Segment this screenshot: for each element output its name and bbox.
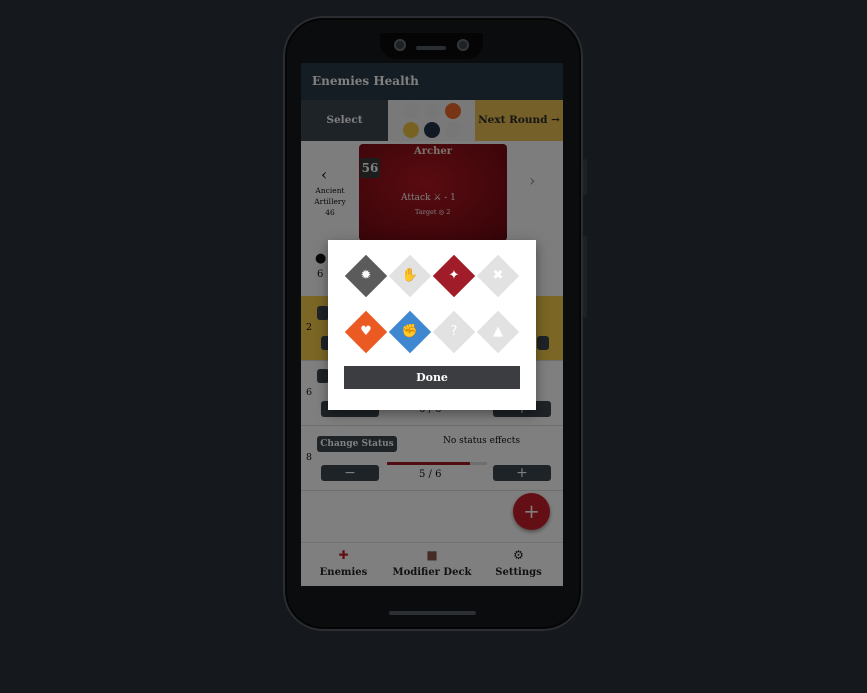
immobilize-icon[interactable]: ✦ [432, 254, 476, 298]
muddle-icon[interactable]: ✖ [476, 254, 520, 298]
volume-button [583, 159, 587, 195]
invisible-icon-glyph: ? [450, 324, 458, 339]
poison-icon-glyph: ▲ [493, 324, 503, 339]
status-effects-grid: ✹ ✋ ✦ ✖ ♥ ✊? ▲ [344, 254, 520, 354]
stun-icon-glyph: ✹ [360, 268, 372, 283]
phone-notch [380, 33, 483, 59]
earpiece-speaker [416, 46, 446, 50]
wound-icon-glyph: ♥ [360, 324, 372, 339]
strengthen-icon-glyph: ✊ [401, 324, 419, 339]
muddle-icon-glyph: ✖ [492, 268, 504, 283]
front-camera-icon [457, 39, 469, 51]
stun-icon[interactable]: ✹ [344, 254, 388, 298]
status-dialog: ✹ ✋ ✦ ✖ ♥ ✊? ▲ Done [328, 240, 536, 410]
power-button [583, 236, 587, 318]
home-indicator [389, 611, 476, 615]
front-camera-icon [394, 39, 406, 51]
poison-icon[interactable]: ▲ [476, 310, 520, 354]
wound-icon[interactable]: ♥ [344, 310, 388, 354]
strengthen-icon[interactable]: ✊ [388, 310, 432, 354]
invisible-icon[interactable]: ? [432, 310, 476, 354]
disarm-icon-glyph: ✋ [401, 268, 419, 283]
disarm-icon[interactable]: ✋ [388, 254, 432, 298]
immobilize-icon-glyph: ✦ [448, 268, 460, 283]
done-button[interactable]: Done [344, 366, 520, 389]
